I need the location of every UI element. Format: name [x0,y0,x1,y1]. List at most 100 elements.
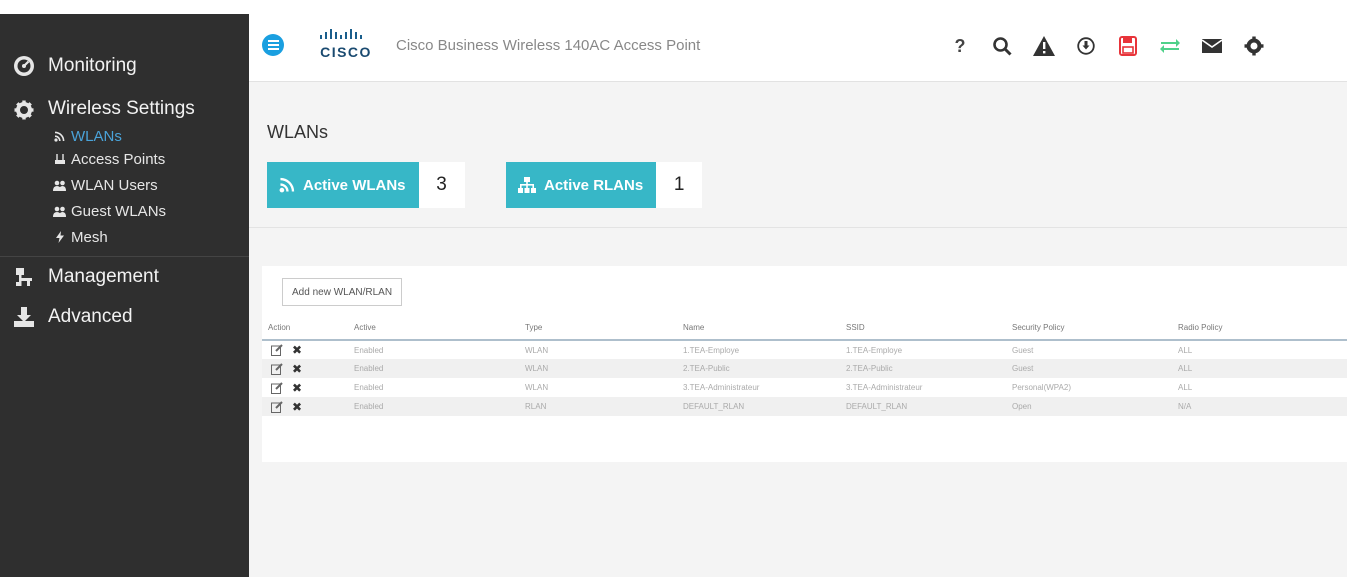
users-icon [53,180,66,191]
active-rlans-tile[interactable]: Active RLANs 1 [506,162,703,208]
cell-security: Guest [1006,340,1172,359]
cell-type: WLAN [519,340,677,359]
app-title: Cisco Business Wireless 140AC Access Poi… [396,37,701,54]
cell-security: Personal(WPA2) [1006,378,1172,397]
cell-ssid: DEFAULT_RLAN [840,397,1006,416]
save-icon[interactable] [1117,35,1139,57]
gear-icon [12,98,36,122]
active-wlans-label: Active WLANs [303,176,406,194]
cell-ssid: 2.TEA-Public [840,359,1006,378]
cell-type: WLAN [519,359,677,378]
header-toolbar: ? [949,32,1265,60]
active-wlans-tile[interactable]: Active WLANs 3 [267,162,465,208]
cisco-wordmark: CISCO [320,44,372,60]
col-radio-policy[interactable]: Radio Policy [1172,316,1347,341]
nav-monitoring[interactable]: Monitoring [0,48,249,84]
add-wlan-rlan-button[interactable]: Add new WLAN/RLAN [282,278,403,306]
delete-icon[interactable]: ✖ [292,363,302,375]
help-glyph: ? [954,35,966,56]
wlan-table-panel: Add new WLAN/RLAN Action Active Type Nam… [262,266,1347,462]
cell-type: WLAN [519,378,677,397]
cell-radio: ALL [1172,378,1347,397]
active-wlans-label-box: Active WLANs [267,162,419,208]
table-header-row: Action Active Type Name SSID Security Po… [262,316,1347,341]
table-row[interactable]: ✖ Enabled WLAN 1.TEA-Employe 1.TEA-Emplo… [262,340,1347,359]
sidebar-item-access-points[interactable]: Access Points [0,146,249,172]
wlan-table: Action Active Type Name SSID Security Po… [262,316,1347,416]
sidebar-item-label: Mesh [71,228,108,246]
cell-name: 1.TEA-Employe [677,340,840,359]
cell-active: Enabled [348,359,519,378]
sidebar-item-label: Access Points [71,150,166,168]
cell-radio: N/A [1172,397,1347,416]
edit-icon[interactable] [271,381,283,394]
bolt-icon [53,231,66,243]
cell-active: Enabled [348,397,519,416]
edit-icon[interactable] [271,400,283,413]
edit-icon[interactable] [271,344,283,356]
wifi-icon [279,177,295,193]
cell-active: Enabled [348,340,519,359]
cell-active: Enabled [348,378,519,397]
table-row[interactable]: ✖ Enabled RLAN DEFAULT_RLAN DEFAULT_RLAN… [262,397,1347,416]
download-tray-icon [12,305,36,329]
cell-radio: ALL [1172,359,1347,378]
delete-icon[interactable]: ✖ [292,401,302,413]
cell-ssid: 1.TEA-Employe [840,340,1006,359]
sidebar-item-wlans[interactable]: WLANs [0,126,249,146]
delete-icon[interactable]: ✖ [292,344,302,356]
nav-wireless-settings[interactable]: Wireless Settings [0,98,249,126]
search-icon[interactable] [991,35,1013,57]
col-type[interactable]: Type [519,316,677,341]
main-content: WLANs Active WLANs 3 Active RLANs 1 Add … [249,82,1347,577]
cisco-logo: CISCO [316,29,376,60]
nav-advanced[interactable]: Advanced [0,299,249,335]
sidebar: Monitoring Wireless Settings WLANs Acces… [0,14,249,577]
col-action[interactable]: Action [262,316,348,341]
cell-radio: ALL [1172,340,1347,359]
help-icon[interactable]: ? [949,35,971,57]
col-active[interactable]: Active [348,316,519,341]
nav-management-label: Management [48,266,159,287]
cell-security: Guest [1006,359,1172,378]
delete-icon[interactable]: ✖ [292,382,302,394]
nav-wireless-settings-label: Wireless Settings [48,98,195,119]
edit-icon[interactable] [271,362,283,375]
top-header: CISCO Cisco Business Wireless 140AC Acce… [249,14,1347,82]
menu-icon[interactable] [262,34,284,56]
table-row[interactable]: ✖ Enabled WLAN 2.TEA-Public 2.TEA-Public… [262,359,1347,378]
section-divider [249,227,1347,228]
alert-icon[interactable] [1033,35,1055,57]
col-ssid[interactable]: SSID [840,316,1006,341]
cell-type: RLAN [519,397,677,416]
cell-security: Open [1006,397,1172,416]
col-security-policy[interactable]: Security Policy [1006,316,1172,341]
page-title: WLANs [267,122,329,142]
nav-management[interactable]: Management [0,259,249,295]
sidebar-item-wlan-users[interactable]: WLAN Users [0,172,249,198]
sidebar-item-mesh[interactable]: Mesh [0,224,249,250]
nav-monitoring-label: Monitoring [48,55,137,76]
sidebar-item-label: Guest WLANs [71,202,167,220]
sidebar-item-label: WLAN Users [71,176,158,194]
wifi-icon [53,131,66,142]
guest-users-icon [53,206,66,217]
dashboard-icon [12,54,36,78]
transfer-icon[interactable] [1159,35,1181,57]
active-rlans-label-box: Active RLANs [506,162,657,208]
sidebar-item-guest-wlans[interactable]: Guest WLANs [0,198,249,224]
col-name[interactable]: Name [677,316,840,341]
sidebar-divider [0,256,249,257]
cell-name: 2.TEA-Public [677,359,840,378]
active-rlans-count: 1 [656,162,703,208]
cell-name: 3.TEA-Administrateur [677,378,840,397]
mail-icon[interactable] [1201,35,1223,57]
nav-advanced-label: Advanced [48,306,133,327]
table-row[interactable]: ✖ Enabled WLAN 3.TEA-Administrateur 3.TE… [262,378,1347,397]
download-icon[interactable] [1075,35,1097,57]
cell-ssid: 3.TEA-Administrateur [840,378,1006,397]
cell-name: DEFAULT_RLAN [677,397,840,416]
sidebar-item-label: WLANs [71,127,122,145]
management-icon [12,265,36,289]
settings-icon[interactable] [1243,35,1265,57]
